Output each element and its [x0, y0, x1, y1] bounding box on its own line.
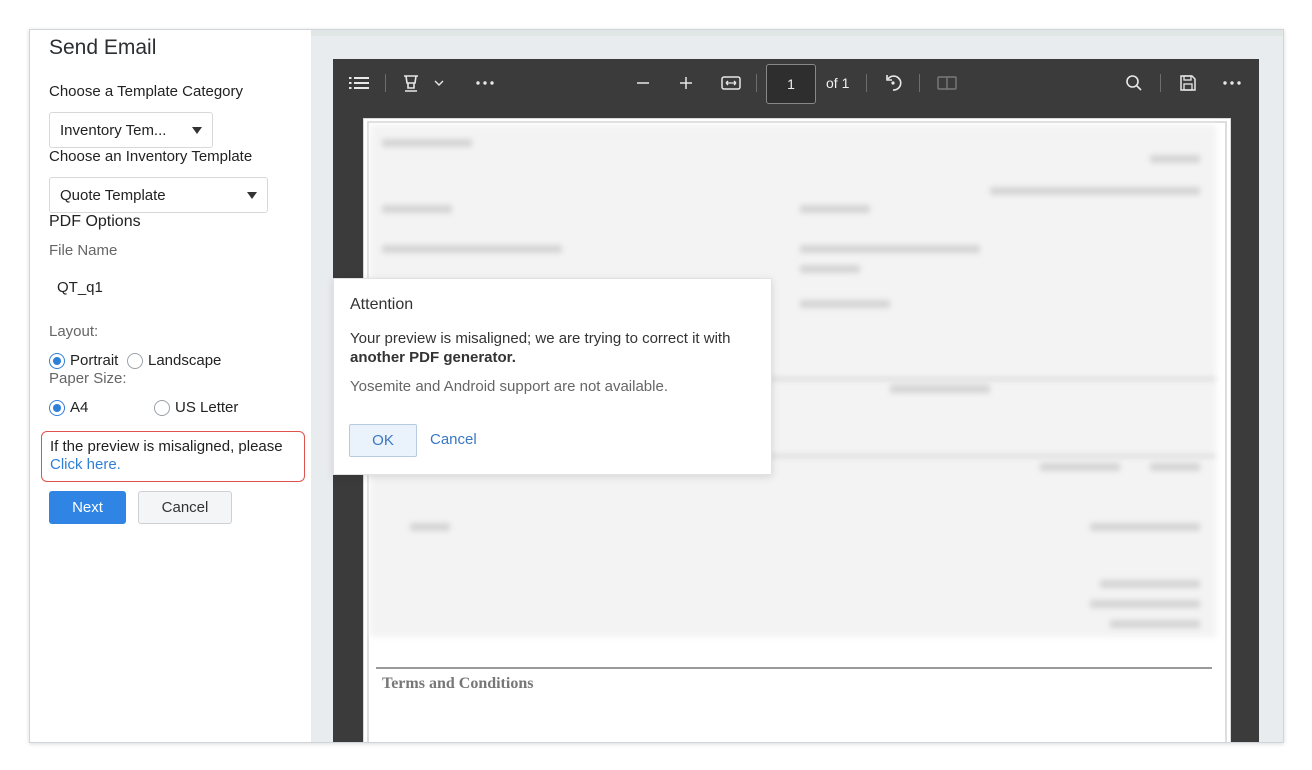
next-button[interactable]: Next: [49, 491, 126, 524]
layout-portrait-option[interactable]: Portrait: [49, 352, 118, 369]
zoom-in-icon[interactable]: [674, 71, 698, 95]
dialog-message-text: Your preview is misaligned; we are tryin…: [350, 330, 731, 347]
layout-portrait-label: Portrait: [70, 352, 119, 369]
more-icon[interactable]: [473, 71, 497, 95]
file-name-label: File Name: [49, 242, 118, 259]
fit-width-icon[interactable]: [719, 71, 743, 95]
template-category-value: Inventory Tem...: [60, 121, 167, 139]
dialog-message: Your preview is misaligned; we are tryin…: [350, 329, 750, 367]
radio-unselected-icon[interactable]: [127, 352, 143, 369]
page-count-label: of 1: [826, 75, 850, 91]
toolbar-divider: [919, 74, 920, 92]
template-category-label: Choose a Template Category: [49, 83, 244, 100]
attention-dialog: Attention Your preview is misaligned; we…: [333, 278, 772, 475]
radio-unselected-icon[interactable]: [154, 399, 170, 416]
pdf-toolbar: 1 of 1: [333, 59, 1259, 107]
app-window: Send Email Choose a Template Category In…: [29, 29, 1284, 743]
caret-down-icon: [192, 126, 202, 134]
layout-label: Layout:: [49, 323, 99, 340]
page-number-input[interactable]: 1: [766, 64, 816, 104]
paper-us-letter-label: US Letter: [175, 399, 239, 416]
inventory-template-select[interactable]: Quote Template: [49, 177, 268, 213]
toolbar-divider: [385, 74, 386, 92]
caret-down-icon: [247, 191, 257, 199]
send-email-panel: Send Email Choose a Template Category In…: [30, 30, 311, 742]
layout-landscape-label: Landscape: [148, 352, 222, 369]
radio-selected-icon[interactable]: [49, 352, 65, 369]
cancel-button[interactable]: Cancel: [138, 491, 232, 524]
toolbar-divider: [756, 74, 757, 92]
layout-landscape-option[interactable]: Landscape: [127, 352, 221, 369]
radio-selected-icon[interactable]: [49, 399, 65, 416]
toolbar-divider: [1160, 74, 1161, 92]
paper-us-letter-option[interactable]: US Letter: [154, 399, 238, 416]
template-category-select[interactable]: Inventory Tem...: [49, 112, 213, 148]
list-icon[interactable]: [347, 71, 371, 95]
highlighter-icon[interactable]: [399, 71, 423, 95]
search-icon[interactable]: [1122, 71, 1146, 95]
rotate-icon[interactable]: [881, 71, 905, 95]
misaligned-notice: If the preview is misaligned, please Cli…: [41, 431, 305, 482]
inventory-template-value: Quote Template: [60, 186, 166, 204]
paper-a4-option[interactable]: A4: [49, 399, 88, 416]
save-icon[interactable]: [1176, 71, 1200, 95]
page-title: Send Email: [49, 36, 157, 59]
click-here-link[interactable]: Click here.: [50, 456, 304, 474]
more-icon[interactable]: [1220, 71, 1244, 95]
dialog-note: Yosemite and Android support are not ava…: [350, 378, 668, 395]
zoom-out-icon[interactable]: [631, 71, 655, 95]
toolbar-divider: [866, 74, 867, 92]
dialog-cancel-button[interactable]: Cancel: [430, 431, 477, 448]
dialog-title: Attention: [350, 296, 414, 313]
paper-size-label: Paper Size:: [49, 370, 127, 387]
paper-a4-label: A4: [70, 399, 89, 416]
pdf-options-heading: PDF Options: [49, 213, 141, 230]
file-name-field[interactable]: QT_q1: [57, 279, 103, 296]
two-page-icon[interactable]: [935, 71, 959, 95]
notice-text: If the preview is misaligned, please: [50, 438, 283, 455]
dialog-message-bold: another PDF generator.: [350, 349, 516, 366]
terms-heading: Terms and Conditions: [382, 675, 534, 692]
ok-button[interactable]: OK: [349, 424, 417, 457]
inventory-template-label: Choose an Inventory Template: [49, 148, 253, 165]
chevron-down-icon[interactable]: [431, 71, 447, 95]
terms-divider: [376, 667, 1212, 669]
